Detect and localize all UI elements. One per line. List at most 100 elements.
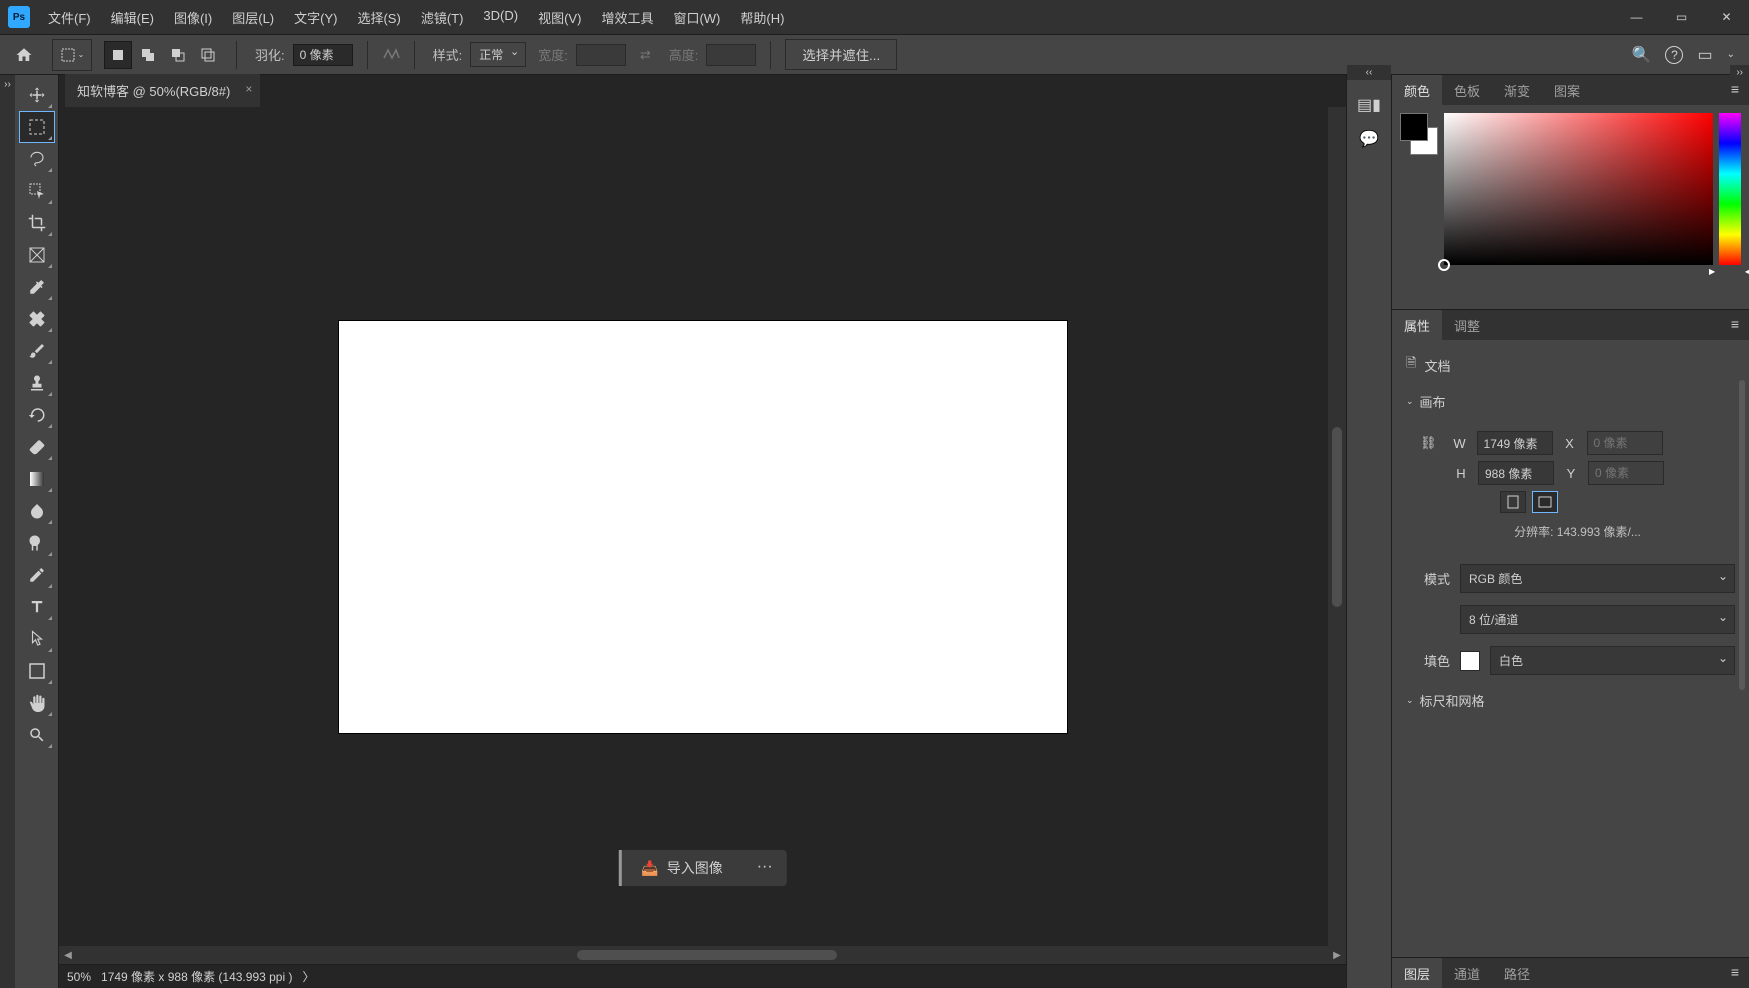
menu-edit[interactable]: 编辑(E) — [101, 0, 164, 35]
collapse-right-icon[interactable]: ›› — [1730, 65, 1749, 80]
dodge-tool[interactable] — [19, 527, 55, 559]
selection-add-icon[interactable] — [134, 41, 162, 69]
tab-close-icon[interactable]: × — [245, 82, 252, 96]
style-select[interactable]: 正常 — [470, 42, 526, 67]
panel-menu-icon[interactable]: ≡ — [1721, 310, 1749, 340]
home-button[interactable] — [4, 39, 44, 71]
menu-plugins[interactable]: 增效工具 — [591, 0, 663, 35]
gradient-tool[interactable] — [19, 463, 55, 495]
bit-depth-select[interactable]: 8 位/通道 — [1460, 605, 1735, 634]
collapse-left-icon[interactable]: ›› — [0, 75, 15, 988]
maximize-button[interactable]: ▭ — [1659, 0, 1704, 35]
height-input[interactable] — [1478, 461, 1554, 485]
tab-gradients[interactable]: 渐变 — [1492, 75, 1542, 105]
close-button[interactable]: ✕ — [1704, 0, 1749, 35]
more-actions-button[interactable]: ··· — [743, 850, 787, 886]
feather-input[interactable] — [293, 44, 353, 66]
selection-new-icon[interactable] — [104, 41, 132, 69]
zoom-level[interactable]: 50% — [67, 970, 91, 984]
menu-window[interactable]: 窗口(W) — [663, 0, 730, 35]
lasso-tool[interactable] — [19, 143, 55, 175]
hand-tool[interactable] — [19, 687, 55, 719]
selection-subtract-icon[interactable] — [164, 41, 192, 69]
eyedropper-tool[interactable] — [19, 271, 55, 303]
scroll-left-icon[interactable]: ◀ — [59, 950, 77, 961]
eraser-tool[interactable] — [19, 431, 55, 463]
tab-paths[interactable]: 路径 — [1492, 958, 1542, 988]
move-tool[interactable] — [19, 79, 55, 111]
fill-label: 填色 — [1420, 651, 1450, 670]
menu-type[interactable]: 文字(Y) — [284, 0, 347, 35]
panel-menu-icon[interactable]: ≡ — [1721, 958, 1749, 988]
horizontal-scrollbar[interactable]: ◀ ▶ — [59, 946, 1346, 964]
color-field[interactable] — [1444, 113, 1713, 265]
tab-patterns[interactable]: 图案 — [1542, 75, 1592, 105]
collapse-mini-icon[interactable]: ‹‹ — [1347, 65, 1391, 80]
pen-tool[interactable] — [19, 559, 55, 591]
menu-3d[interactable]: 3D(D) — [473, 0, 528, 35]
select-and-mask-button[interactable]: 选择并遮住... — [785, 39, 897, 70]
orientation-portrait-icon[interactable] — [1500, 491, 1526, 513]
fill-select[interactable]: 白色 — [1490, 646, 1735, 675]
h-scroll-track[interactable] — [77, 950, 1328, 960]
info-arrow-icon[interactable]: 〉 — [302, 968, 314, 985]
title-bar: Ps 文件(F) 编辑(E) 图像(I) 图层(L) 文字(Y) 选择(S) 滤… — [0, 0, 1749, 35]
history-brush-tool[interactable] — [19, 399, 55, 431]
orientation-landscape-icon[interactable] — [1532, 491, 1558, 513]
props-scrollbar[interactable] — [1739, 380, 1747, 700]
shape-tool[interactable] — [19, 655, 55, 687]
foreground-swatch[interactable] — [1400, 113, 1428, 141]
h-scroll-thumb[interactable] — [577, 950, 837, 960]
document-tab[interactable]: 知软博客 @ 50%(RGB/8#) × — [65, 73, 260, 107]
scroll-right-icon[interactable]: ▶ — [1328, 950, 1346, 961]
canvas-viewport[interactable]: 📥 导入图像 ··· — [59, 107, 1346, 946]
fill-swatch[interactable] — [1460, 651, 1480, 671]
import-image-button[interactable]: 📥 导入图像 — [618, 850, 742, 886]
menu-image[interactable]: 图像(I) — [164, 0, 222, 35]
path-select-tool[interactable] — [19, 623, 55, 655]
tab-channels[interactable]: 通道 — [1442, 958, 1492, 988]
stamp-tool[interactable] — [19, 367, 55, 399]
crop-tool[interactable] — [19, 207, 55, 239]
tab-swatches[interactable]: 色板 — [1442, 75, 1492, 105]
libraries-icon[interactable]: ▤▮ — [1357, 95, 1381, 115]
canvas-section-toggle[interactable]: ⌄ 画布 — [1392, 384, 1749, 419]
menu-file[interactable]: 文件(F) — [38, 0, 101, 35]
menu-help[interactable]: 帮助(H) — [730, 0, 794, 35]
rulers-section-toggle[interactable]: ⌄ 标尺和网格 — [1392, 683, 1749, 718]
hue-slider[interactable] — [1719, 113, 1741, 265]
tab-color[interactable]: 颜色 — [1392, 75, 1442, 105]
comments-icon[interactable]: 💬 — [1359, 129, 1379, 149]
vertical-scrollbar[interactable] — [1328, 107, 1346, 946]
type-tool[interactable] — [19, 591, 55, 623]
search-icon[interactable]: 🔍 — [1632, 45, 1652, 65]
antialias-icon[interactable] — [382, 46, 400, 63]
tab-adjustments[interactable]: 调整 — [1442, 310, 1492, 340]
link-dimensions-icon[interactable]: ⛓ — [1420, 435, 1437, 451]
width-input[interactable] — [1477, 431, 1553, 455]
doc-info[interactable]: 1749 像素 x 988 像素 (143.993 ppi ) — [101, 968, 292, 985]
help-icon[interactable]: ? — [1665, 46, 1683, 64]
menu-filter[interactable]: 滤镜(T) — [411, 0, 474, 35]
tab-layers[interactable]: 图层 — [1392, 958, 1442, 988]
minimize-button[interactable]: — — [1614, 0, 1659, 35]
menu-layer[interactable]: 图层(L) — [222, 0, 284, 35]
heal-tool[interactable] — [19, 303, 55, 335]
v-scroll-thumb[interactable] — [1332, 427, 1342, 607]
workspace-icon[interactable]: ▭ — [1697, 45, 1712, 65]
frame-tool[interactable] — [19, 239, 55, 271]
props-scroll-thumb[interactable] — [1739, 380, 1745, 690]
menu-view[interactable]: 视图(V) — [528, 0, 591, 35]
brush-tool[interactable] — [19, 335, 55, 367]
zoom-tool[interactable] — [19, 719, 55, 751]
selection-tool[interactable] — [19, 175, 55, 207]
canvas[interactable] — [339, 321, 1067, 733]
selection-intersect-icon[interactable] — [194, 41, 222, 69]
tool-preset-picker[interactable]: ⌄ — [52, 39, 92, 71]
blur-tool[interactable] — [19, 495, 55, 527]
menu-select[interactable]: 选择(S) — [347, 0, 410, 35]
color-mode-select[interactable]: RGB 颜色 — [1460, 564, 1735, 593]
tab-properties[interactable]: 属性 — [1392, 310, 1442, 340]
marquee-tool[interactable] — [19, 111, 55, 143]
chevron-down-icon[interactable]: ⌄ — [1727, 49, 1735, 60]
